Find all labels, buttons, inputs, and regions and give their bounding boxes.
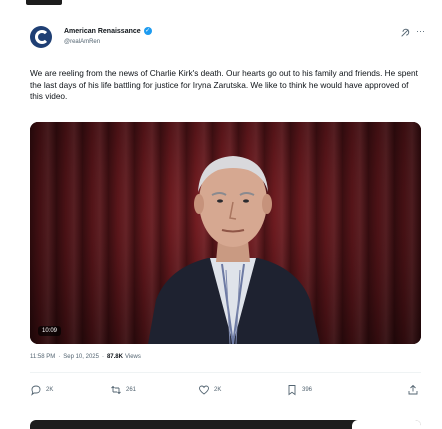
- post-header: American Renaissance ✓ @realAmRen ···: [30, 24, 425, 52]
- display-name-row: American Renaissance ✓: [64, 27, 152, 35]
- verified-icon: ✓: [143, 27, 152, 35]
- handle[interactable]: @realAmRen: [64, 39, 100, 45]
- repost-icon: [111, 385, 121, 395]
- views-label: Views: [124, 354, 141, 360]
- reply-count: 2K: [46, 387, 54, 393]
- share-icon: [408, 384, 418, 395]
- share-button[interactable]: [407, 384, 419, 396]
- bookmark-count: 396: [302, 387, 313, 393]
- like-button[interactable]: 2K: [198, 384, 221, 396]
- grok-icon[interactable]: [400, 28, 410, 38]
- bookmark-button[interactable]: 396: [286, 384, 312, 396]
- reply-icon: [31, 385, 41, 396]
- repost-button[interactable]: 261: [110, 384, 136, 396]
- video-time-badge: 10:09: [38, 326, 62, 336]
- views-count[interactable]: 87.8K: [107, 354, 123, 360]
- post-date[interactable]: Sep 10, 2025: [63, 354, 99, 360]
- american-renaissance-logo-icon: [35, 30, 49, 44]
- divider: [30, 372, 421, 373]
- separator-dot: ·: [101, 354, 104, 360]
- more-icon[interactable]: ···: [416, 26, 425, 36]
- display-name[interactable]: American Renaissance: [64, 28, 141, 35]
- previous-post-edge: [26, 0, 62, 5]
- next-post-pill: [352, 420, 421, 429]
- separator-dot: ·: [58, 354, 61, 360]
- heart-icon: [199, 385, 209, 395]
- like-count: 2K: [214, 387, 222, 393]
- bookmark-icon: [288, 385, 296, 396]
- video-player[interactable]: 10:09: [30, 122, 421, 344]
- post-time[interactable]: 11:58 PM: [30, 354, 55, 360]
- action-bar: 2K 261 2K 396: [30, 384, 421, 398]
- post-text: We are reeling from the news of Charlie …: [30, 68, 418, 102]
- post-meta: 11:58 PM · Sep 10, 2025 · 87.8K Views: [30, 354, 141, 360]
- reply-button[interactable]: 2K: [30, 384, 53, 396]
- repost-count: 261: [126, 387, 137, 393]
- avatar[interactable]: [30, 26, 52, 48]
- speaker-image: [148, 156, 320, 344]
